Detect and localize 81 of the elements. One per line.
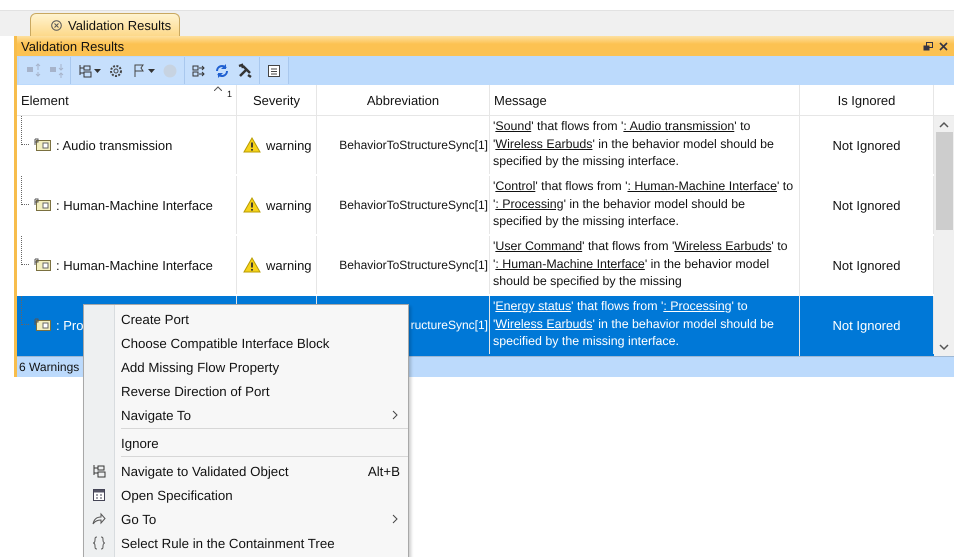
message-text: 'Sound' that flows from ': Audio transmission' to 'Wireless Earbuds' in the behavior model should be specified by the missing interface. — [493, 118, 775, 170]
tools-icon — [237, 62, 253, 78]
column-header[interactable]: Element 1 — [17, 85, 237, 115]
status-text: 6 Warnings — [19, 360, 80, 374]
element-name: : Audio transmission — [56, 138, 172, 152]
message-link[interactable]: Wireless Earbuds — [495, 136, 592, 150]
column-header[interactable]: Severity — [237, 85, 317, 115]
vertical-scrollbar[interactable] — [934, 116, 954, 356]
element-name: : Human-Machine Interface — [56, 258, 213, 272]
message-link[interactable]: : Human-Machine Interface — [495, 256, 645, 270]
menu-item[interactable]: Add Missing Flow Property — [84, 355, 408, 379]
abbreviation-text: BehaviorToStructureSync[1] — [339, 258, 488, 272]
severity-text: warning — [266, 258, 312, 272]
arrow-icon — [91, 511, 107, 527]
scrollbar-thumb[interactable] — [936, 132, 952, 230]
menu-item[interactable]: Choose Compatible Interface Block — [84, 331, 408, 355]
menu-item[interactable]: Reverse Direction of Port — [84, 379, 408, 403]
port-icon — [34, 138, 52, 152]
severity-text: warning — [266, 138, 312, 152]
abbreviation-text: BehaviorToStructureSync[1] — [339, 198, 488, 212]
warning-icon — [243, 137, 261, 153]
sort-order: 1 — [226, 89, 232, 99]
element-name: : Human-Machine Interface — [56, 198, 213, 212]
sort-icon — [214, 86, 222, 91]
tree-icon — [77, 62, 93, 78]
message-link[interactable]: Sound — [495, 119, 532, 133]
message-text: 'User Command' that flows from 'Wireless Earbuds' to ': Human-Machine Interface' in the behavior model should be specified by the missing — [493, 238, 789, 290]
split-icon — [191, 62, 207, 78]
caret-icon — [148, 68, 155, 72]
abbreviation-text: ructureSync[1] — [410, 318, 488, 332]
chevron-icon — [392, 514, 398, 524]
message-text: 'Energy status' that flows from ': Processing' to 'Wireless Earbuds' in the behavior model should be specified by the missing interface. — [493, 298, 775, 350]
sheet-icon — [266, 62, 282, 78]
column-header[interactable]: Message — [490, 85, 800, 115]
scroll-down-icon[interactable] — [939, 343, 949, 351]
column-header[interactable]: Abbreviation — [317, 85, 490, 115]
collapse-icon — [48, 62, 64, 78]
panel-title: Validation Results — [21, 38, 124, 54]
port-icon — [34, 198, 52, 212]
abbreviation-text: BehaviorToStructureSync[1] — [339, 138, 488, 152]
braces-icon — [91, 535, 107, 551]
restore-icon[interactable] — [923, 42, 933, 50]
warning-icon — [243, 257, 261, 273]
chevron-icon — [392, 410, 398, 420]
expand-icon — [25, 62, 41, 78]
column-header[interactable]: Is Ignored — [800, 85, 934, 115]
panel-tab[interactable]: Validation Results — [30, 13, 180, 36]
refresh-icon — [214, 62, 230, 78]
ignored-status: Not Ignored — [832, 258, 900, 272]
menu-item[interactable]: Navigate to Validated Object Alt+B — [84, 459, 408, 483]
message-link[interactable]: : Audio transmission — [623, 119, 734, 133]
menu-item[interactable]: Navigate To — [84, 403, 408, 427]
port-icon — [34, 258, 52, 272]
message-text: 'Control' that flows from ': Human-Machine Interface' to ': Processing' in the behavior model should be specified by the missing interface. — [493, 178, 794, 230]
tree-icon — [91, 463, 107, 479]
message-link[interactable]: : Processing — [495, 196, 564, 210]
gear-icon — [108, 62, 124, 78]
close-icon[interactable] — [51, 20, 62, 30]
ignored-status: Not Ignored — [832, 318, 900, 332]
ignored-status: Not Ignored — [832, 198, 900, 212]
ignored-status: Not Ignored — [832, 138, 900, 152]
message-link[interactable]: Wireless Earbuds — [495, 316, 592, 330]
menu-item[interactable]: Open Specification — [84, 483, 408, 507]
message-link[interactable]: : Processing — [663, 299, 732, 313]
caret-icon — [94, 68, 101, 72]
message-link[interactable]: : Human-Machine Interface — [628, 179, 777, 193]
menu-item[interactable]: Select Rule in the Containment Tree — [84, 531, 408, 555]
close-icon[interactable] — [939, 42, 948, 50]
menu-item[interactable]: Create Port — [84, 307, 408, 331]
message-link[interactable]: Control — [495, 179, 536, 193]
message-link[interactable]: User Command — [495, 239, 582, 253]
menu-item[interactable]: Ignore — [84, 431, 408, 455]
element-name: : Pro — [56, 318, 84, 332]
port-icon — [34, 318, 52, 332]
severity-text: warning — [266, 198, 312, 212]
table-icon — [91, 487, 107, 503]
message-link[interactable]: Energy status — [495, 299, 572, 313]
warning-icon — [243, 197, 261, 213]
scroll-up-icon[interactable] — [939, 121, 949, 129]
menu-item[interactable]: Go To — [84, 507, 408, 531]
message-link[interactable]: Wireless Earbuds — [674, 239, 772, 253]
